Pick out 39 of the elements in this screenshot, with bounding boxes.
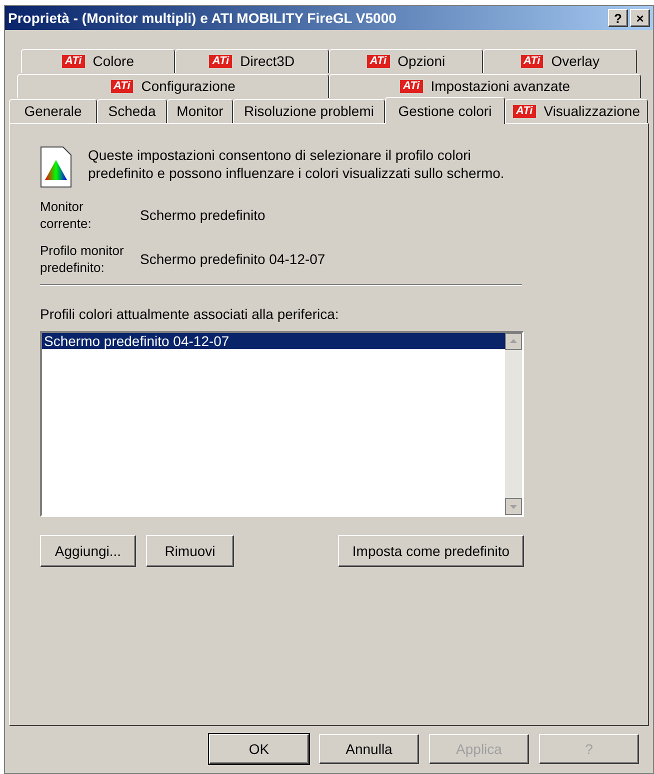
tab[interactable]: Risoluzione problemi	[233, 99, 385, 123]
tab[interactable]: ATi Configurazione	[17, 74, 329, 98]
tab[interactable]: ATi Direct3D	[175, 49, 329, 73]
field-value: Schermo predefinito	[140, 206, 266, 225]
list-label: Profili colori attualmente associati alla periferica:	[40, 305, 340, 324]
logo-badge: ATi	[513, 105, 536, 118]
intro-text: Queste impostazioni consentono di selezionare il profilo colori predefinito e possono influenzare i colori visualizzati sullo schermo.	[88, 146, 506, 183]
field-label: Profilo monitor predefinito:	[40, 242, 125, 276]
tab[interactable]: Monitor	[167, 99, 233, 123]
logo-badge: ATi	[62, 55, 85, 68]
scroll-down-icon[interactable]	[505, 498, 522, 515]
tab[interactable]: Scheda	[97, 99, 167, 123]
window-title: Proprietà - (Monitor multipli) e ATI MOBILITY FireGL V5000	[8, 8, 396, 28]
logo-badge: ATi	[520, 55, 544, 68]
tab[interactable]: ATi Impostazioni avanzate	[329, 74, 641, 98]
dialog-button[interactable]: OK	[209, 734, 309, 764]
profile-list[interactable]: Schermo predefinito 04-12-07	[40, 331, 524, 517]
tab[interactable]: Generale	[9, 99, 97, 123]
dialog-button[interactable]: Aggiungi...	[40, 535, 136, 567]
list-item[interactable]: Schermo predefinito 04-12-07	[42, 333, 505, 349]
field-value: Schermo predefinito 04-12-07	[140, 250, 326, 269]
title-bar-button[interactable]: ?	[608, 9, 628, 27]
tab[interactable]: ATi Opzioni	[329, 49, 483, 73]
logo-badge: ATi	[209, 55, 232, 68]
dialog-button[interactable]: Rimuovi	[146, 535, 234, 567]
logo-badge: ATi	[110, 80, 134, 93]
field-label: Monitor corrente:	[40, 198, 92, 232]
tab[interactable]: ATi Colore	[21, 49, 175, 73]
dialog-button[interactable]: Imposta come predefinito	[338, 535, 524, 567]
dialog-button[interactable]: Annulla	[319, 734, 419, 764]
tab[interactable]: Gestione colori	[385, 97, 505, 124]
tab[interactable]: ATi Overlay	[483, 49, 637, 73]
scrollbar[interactable]	[505, 333, 522, 515]
color-document-icon	[40, 146, 72, 188]
logo-badge: ATi	[366, 55, 390, 68]
scroll-up-icon[interactable]	[505, 333, 522, 350]
tab[interactable]: ATi Visualizzazione	[505, 99, 648, 123]
logo-badge: ATi	[400, 80, 423, 93]
title-bar-button[interactable]: ×	[630, 9, 650, 27]
